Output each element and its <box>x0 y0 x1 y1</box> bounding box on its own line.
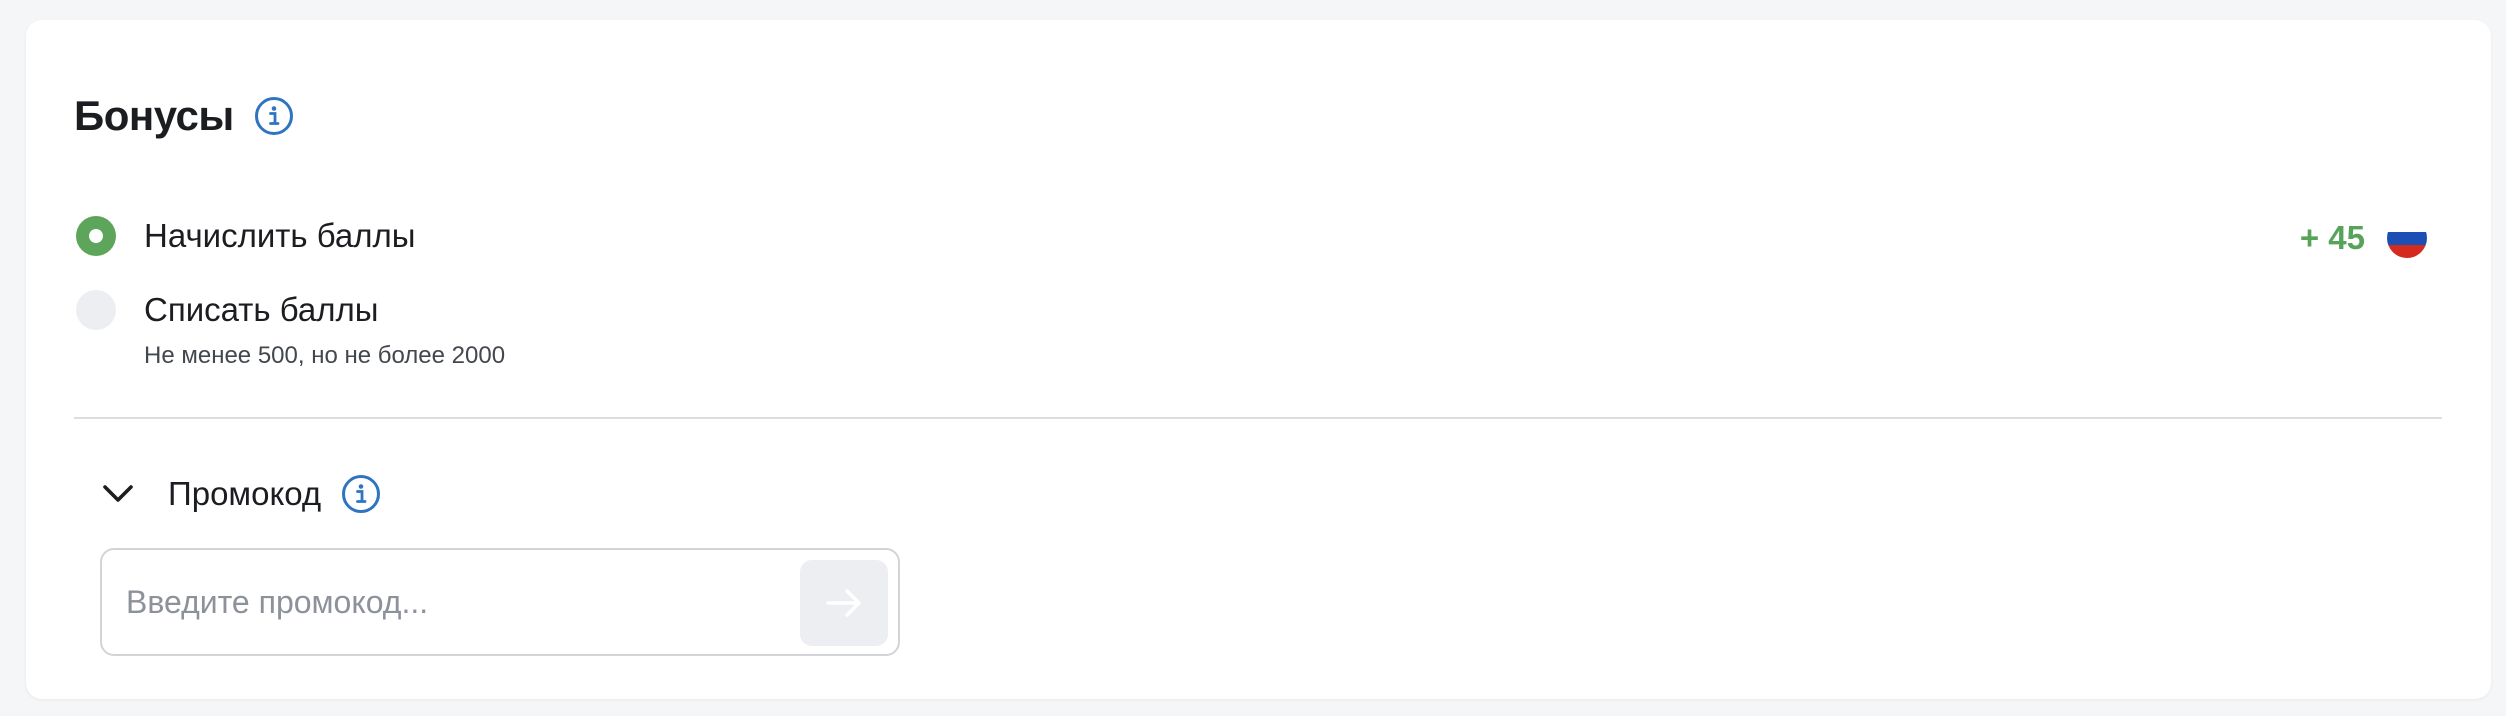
info-icon[interactable] <box>254 96 294 136</box>
bonuses-card: Бонусы Начислить баллы + 45 Списать балл… <box>26 20 2491 699</box>
option-earn-points[interactable]: Начислить баллы <box>76 216 415 256</box>
russian-flag-icon <box>2387 218 2427 258</box>
promo-label[interactable]: Промокод <box>168 475 321 513</box>
promo-input[interactable] <box>126 550 766 654</box>
promo-toggle[interactable]: Промокод <box>102 472 381 516</box>
info-icon[interactable] <box>341 474 381 514</box>
bonuses-header: Бонусы <box>74 88 294 144</box>
earn-points-radio[interactable] <box>76 216 116 256</box>
chevron-down-icon[interactable] <box>98 474 138 514</box>
spend-points-hint: Не менее 500, но не более 2000 <box>144 342 506 369</box>
earn-points-label: Начислить баллы <box>144 217 416 254</box>
bonuses-title: Бонусы <box>74 92 234 139</box>
promo-submit-button[interactable] <box>800 560 888 646</box>
earn-points-value: + 45 <box>2299 219 2365 256</box>
spend-points-radio[interactable] <box>76 290 116 330</box>
divider <box>74 417 2442 419</box>
arrow-right-icon <box>826 589 861 617</box>
spend-points-label: Списать баллы <box>144 291 379 328</box>
option-spend-points[interactable]: Списать баллы Не менее 500, но не более … <box>76 290 505 370</box>
promo-field <box>100 548 900 656</box>
